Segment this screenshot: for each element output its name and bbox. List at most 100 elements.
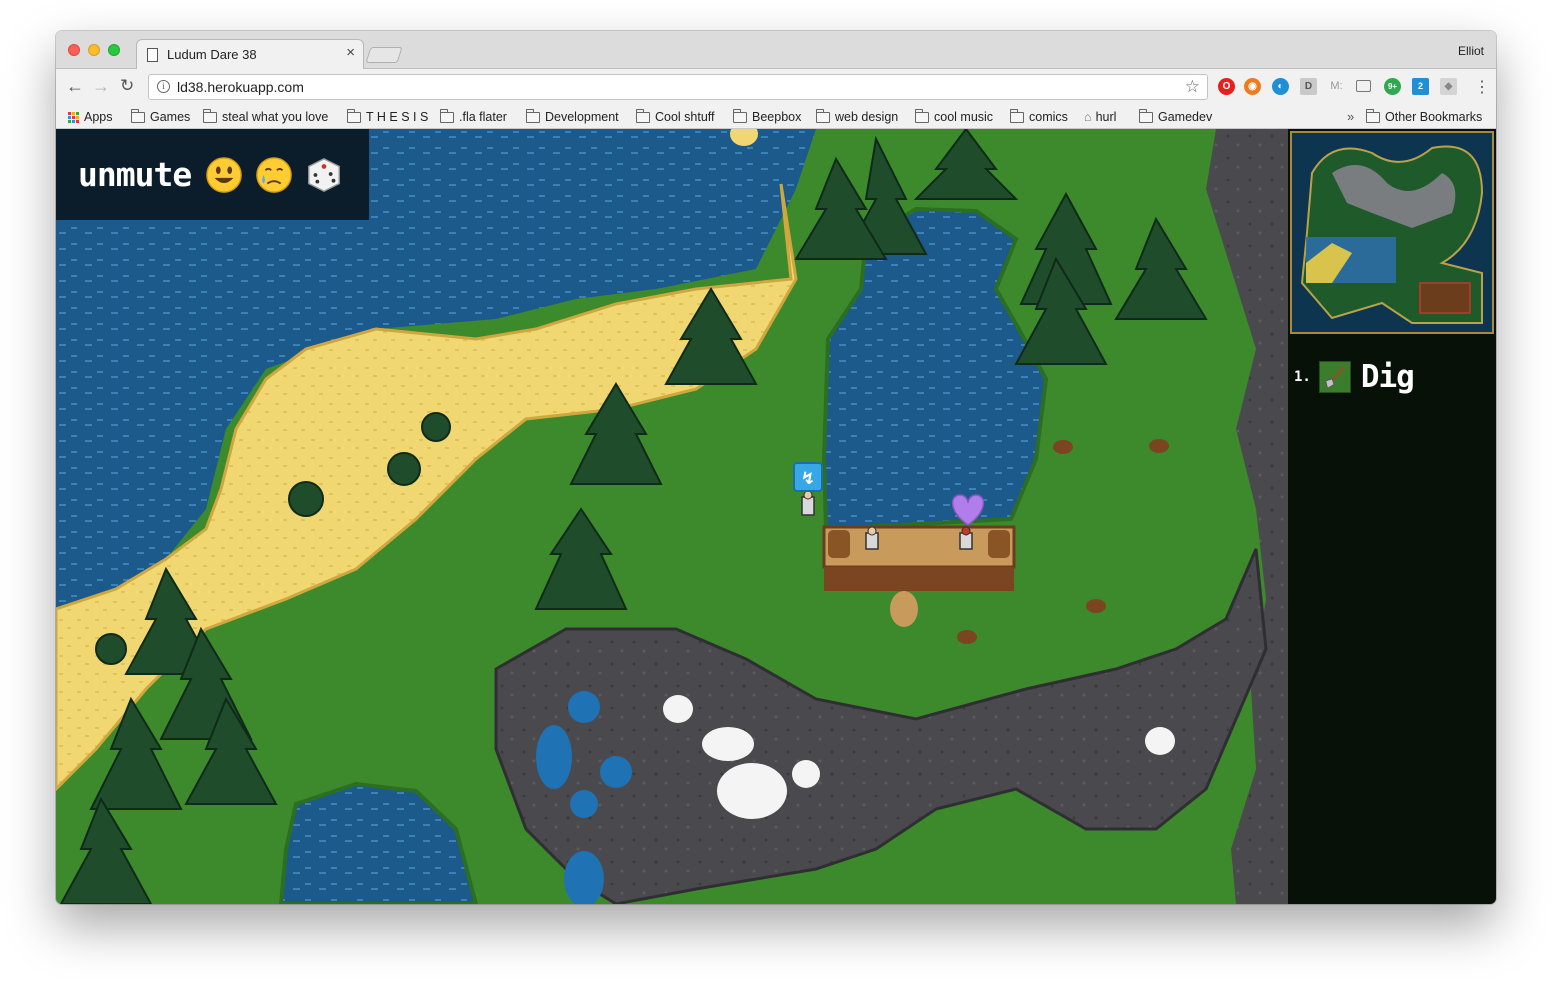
browser-menu-icon[interactable]: ⋮ xyxy=(1474,77,1490,97)
game-viewport[interactable]: ↯ unmute 1. Dig xyxy=(56,129,1496,904)
folder-icon xyxy=(1010,108,1024,123)
dock-face xyxy=(824,567,1014,591)
smiley-emoji-icon[interactable] xyxy=(205,156,243,194)
snow-patch xyxy=(663,695,693,723)
dirt-path xyxy=(890,591,918,627)
bookmark-folder-beepbox[interactable]: Beepbox xyxy=(733,108,802,124)
tree-stump xyxy=(1053,440,1073,454)
address-bar[interactable]: i ld38.herokuapp.com ☆ xyxy=(148,74,1208,100)
crying-emoji-icon[interactable] xyxy=(255,156,293,194)
info-icon[interactable]: i xyxy=(157,80,170,93)
folder-icon xyxy=(915,108,929,123)
svg-text:↯: ↯ xyxy=(801,469,815,489)
d-ext-icon[interactable]: D xyxy=(1300,78,1317,95)
snow-patch xyxy=(792,760,820,788)
dice-icon[interactable] xyxy=(305,156,343,194)
bookmark-folder-thesis[interactable]: T H E S I S xyxy=(347,108,429,124)
ability-slot-dig[interactable]: 1. Dig xyxy=(1294,359,1415,395)
s-ext-badge-icon[interactable]: 2 xyxy=(1412,78,1429,95)
bookmark-apps[interactable]: Apps xyxy=(68,110,113,124)
maximize-window-button[interactable] xyxy=(108,44,120,56)
game-map[interactable]: ↯ xyxy=(56,129,1288,904)
folder-icon xyxy=(203,108,217,123)
snow-patch xyxy=(717,763,787,819)
document-icon xyxy=(147,48,158,62)
player-character[interactable] xyxy=(801,490,815,516)
bookmark-label: Gamedev xyxy=(1158,110,1213,124)
bookmark-label: Beepbox xyxy=(752,110,802,124)
snow-patch xyxy=(702,727,754,761)
folder-icon xyxy=(733,108,747,123)
folder-icon xyxy=(1366,108,1380,123)
bookmark-folder-cool-shtuff[interactable]: Cool shtuff xyxy=(636,108,715,124)
blue-ext-icon[interactable]: ◐ xyxy=(1272,78,1289,95)
bookmark-folder-comics[interactable]: comics xyxy=(1010,108,1068,124)
folder-icon xyxy=(347,108,361,123)
ability-number: 1. xyxy=(1294,369,1311,385)
bush xyxy=(95,633,127,665)
unmute-button[interactable]: unmute xyxy=(78,155,192,194)
tree-stump xyxy=(1149,439,1169,453)
browser-window: Ludum Dare 38 × Elliot ← → ↻ i ld38.hero… xyxy=(56,31,1496,904)
minimap[interactable] xyxy=(1290,131,1494,334)
green-ext-badge-icon[interactable]: 9+ xyxy=(1384,78,1401,95)
hud-bar: unmute xyxy=(56,129,369,220)
bookmark-folder-steal[interactable]: steal what you love xyxy=(203,108,328,124)
bookmark-label: Apps xyxy=(84,110,113,124)
bookmark-folder-development[interactable]: Development xyxy=(526,108,619,124)
rock-pond xyxy=(536,725,572,789)
bookmark-folder-other[interactable]: Other Bookmarks xyxy=(1366,108,1483,124)
back-arrow-icon[interactable]: ← xyxy=(66,76,84,96)
bookmark-label: Cool shtuff xyxy=(655,110,715,124)
puzzle-ext-icon[interactable]: ◆ xyxy=(1440,78,1457,95)
folder-icon xyxy=(131,108,145,123)
bookmark-label: T H E S I S xyxy=(366,110,429,124)
bush xyxy=(421,412,451,442)
forward-arrow-icon[interactable]: → xyxy=(92,76,110,96)
cast-icon[interactable] xyxy=(1356,80,1371,92)
url-text[interactable]: ld38.herokuapp.com xyxy=(177,79,304,95)
folder-icon xyxy=(1139,108,1153,123)
bookmark-label: web design xyxy=(835,110,899,124)
profile-name[interactable]: Elliot xyxy=(1458,44,1484,58)
snow-patch xyxy=(1145,727,1175,755)
bookmark-folder-gamedev[interactable]: Gamedev xyxy=(1139,108,1213,124)
orange-ext-icon[interactable]: ◉ xyxy=(1244,78,1261,95)
rock-pond xyxy=(568,691,600,723)
folder-icon xyxy=(816,108,830,123)
side-panel: 1. Dig xyxy=(1288,129,1496,904)
bookmark-label: Other Bookmarks xyxy=(1385,110,1483,124)
new-tab-button[interactable] xyxy=(365,47,403,63)
tab-close-icon[interactable]: × xyxy=(346,44,355,61)
speed-buff-icon: ↯ xyxy=(793,462,823,492)
bookmark-folder-games[interactable]: Games xyxy=(131,108,191,124)
tab-strip: Ludum Dare 38 × Elliot xyxy=(56,31,1496,70)
close-window-button[interactable] xyxy=(68,44,80,56)
rock-pond xyxy=(570,790,598,818)
bookmark-label: comics xyxy=(1029,110,1068,124)
bookmark-folder-web-design[interactable]: web design xyxy=(816,108,899,124)
dock-log xyxy=(828,530,850,558)
tab-ludum-dare[interactable]: Ludum Dare 38 × xyxy=(136,39,364,70)
npc-character[interactable] xyxy=(959,526,973,550)
apps-grid-icon xyxy=(68,111,79,123)
bookmarks-bar: Apps Games steal what you love T H E S I… xyxy=(56,105,1496,129)
rock-pond xyxy=(600,756,632,788)
m-ext-icon[interactable]: M: xyxy=(1328,78,1345,95)
tree-stump xyxy=(1086,599,1106,613)
folder-icon xyxy=(440,108,454,123)
bookmark-label: Games xyxy=(150,110,191,124)
bookmarks-overflow-chevron-icon[interactable]: » xyxy=(1347,109,1354,124)
bookmark-star-icon[interactable]: ☆ xyxy=(1185,77,1200,97)
dock-log xyxy=(988,530,1010,558)
hurl-favicon-icon: ⌂ xyxy=(1084,110,1092,124)
bookmark-hurl[interactable]: ⌂ hurl xyxy=(1084,110,1116,124)
bookmark-label: cool music xyxy=(934,110,994,124)
bookmark-folder-fla[interactable]: .fla flater xyxy=(440,108,507,124)
npc-character[interactable] xyxy=(865,526,879,550)
bookmark-folder-cool-music[interactable]: cool music xyxy=(915,108,994,124)
minimize-window-button[interactable] xyxy=(88,44,100,56)
reload-icon[interactable]: ↻ xyxy=(120,76,134,96)
shovel-icon xyxy=(1318,361,1351,393)
opera-icon[interactable]: O xyxy=(1218,78,1235,95)
